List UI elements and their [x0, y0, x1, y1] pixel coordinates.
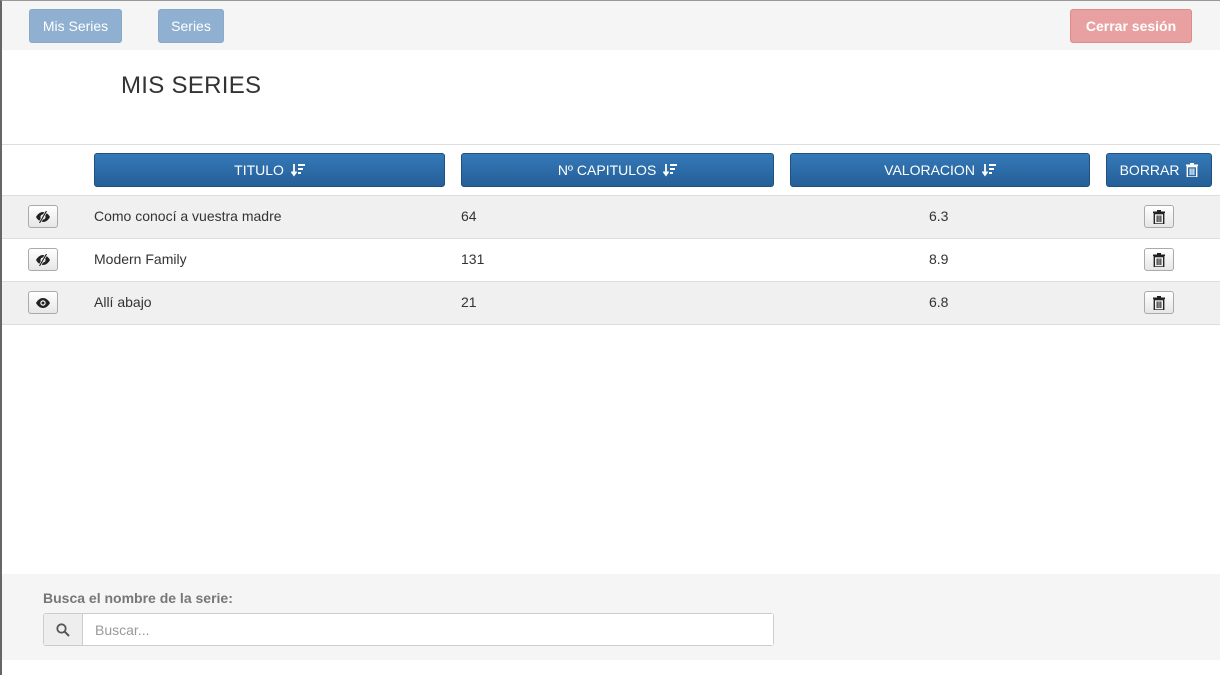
- table-row: Modern Family 131 8.9: [2, 238, 1220, 281]
- header-borrar-label: BORRAR: [1119, 162, 1180, 178]
- table-bottom-border: [2, 324, 1220, 325]
- nav-mis-series-button[interactable]: Mis Series: [29, 9, 122, 43]
- search-group: [43, 613, 774, 646]
- search-icon: [56, 622, 70, 637]
- page-title: MIS SERIES: [121, 72, 262, 99]
- trash-icon: [1153, 295, 1165, 310]
- eye-slash-icon: [36, 210, 50, 223]
- borrar-header-button[interactable]: BORRAR: [1106, 153, 1212, 187]
- cell-title: Modern Family: [94, 251, 187, 267]
- toggle-seen-button[interactable]: [28, 291, 58, 314]
- header-titulo-label: TITULO: [234, 162, 284, 178]
- divider: [2, 144, 1220, 145]
- cell-chapters: 131: [461, 251, 485, 267]
- sort-desc-icon: [981, 164, 996, 177]
- toggle-seen-button[interactable]: [28, 205, 58, 228]
- toggle-seen-button[interactable]: [28, 248, 58, 271]
- search-addon: [44, 614, 83, 645]
- header-capitulos-label: Nº CAPITULOS: [557, 162, 657, 178]
- sort-capitulos-button[interactable]: Nº CAPITULOS: [461, 153, 774, 187]
- delete-row-button[interactable]: [1144, 205, 1174, 228]
- sort-titulo-button[interactable]: TITULO: [94, 153, 445, 187]
- cell-rating: 6.8: [929, 294, 949, 310]
- cell-title: Como conocí a vuestra madre: [94, 208, 282, 224]
- cell-rating: 8.9: [929, 251, 949, 267]
- search-input[interactable]: [83, 614, 773, 645]
- cell-chapters: 21: [461, 294, 477, 310]
- top-navbar: Mis Series Series Cerrar sesión: [2, 1, 1220, 50]
- sort-desc-icon: [290, 164, 305, 177]
- table-row: Allí abajo 21 6.8: [2, 281, 1220, 324]
- search-label: Busca el nombre de la serie:: [43, 590, 233, 606]
- search-panel: Busca el nombre de la serie:: [2, 574, 1220, 660]
- trash-icon: [1153, 252, 1165, 267]
- cell-chapters: 64: [461, 208, 477, 224]
- trash-icon: [1186, 163, 1199, 178]
- eye-icon: [36, 297, 50, 308]
- cell-rating: 6.3: [929, 208, 949, 224]
- eye-slash-icon: [36, 253, 50, 266]
- sort-desc-icon: [662, 164, 678, 177]
- nav-series-button[interactable]: Series: [158, 9, 224, 43]
- header-valoracion-label: VALORACION: [884, 162, 975, 178]
- trash-icon: [1153, 209, 1165, 224]
- cell-title: Allí abajo: [94, 294, 152, 310]
- delete-row-button[interactable]: [1144, 248, 1174, 271]
- table-row: Como conocí a vuestra madre 64 6.3: [2, 195, 1220, 238]
- sort-valoracion-button[interactable]: VALORACION: [790, 153, 1090, 187]
- logout-button[interactable]: Cerrar sesión: [1070, 9, 1192, 43]
- delete-row-button[interactable]: [1144, 291, 1174, 314]
